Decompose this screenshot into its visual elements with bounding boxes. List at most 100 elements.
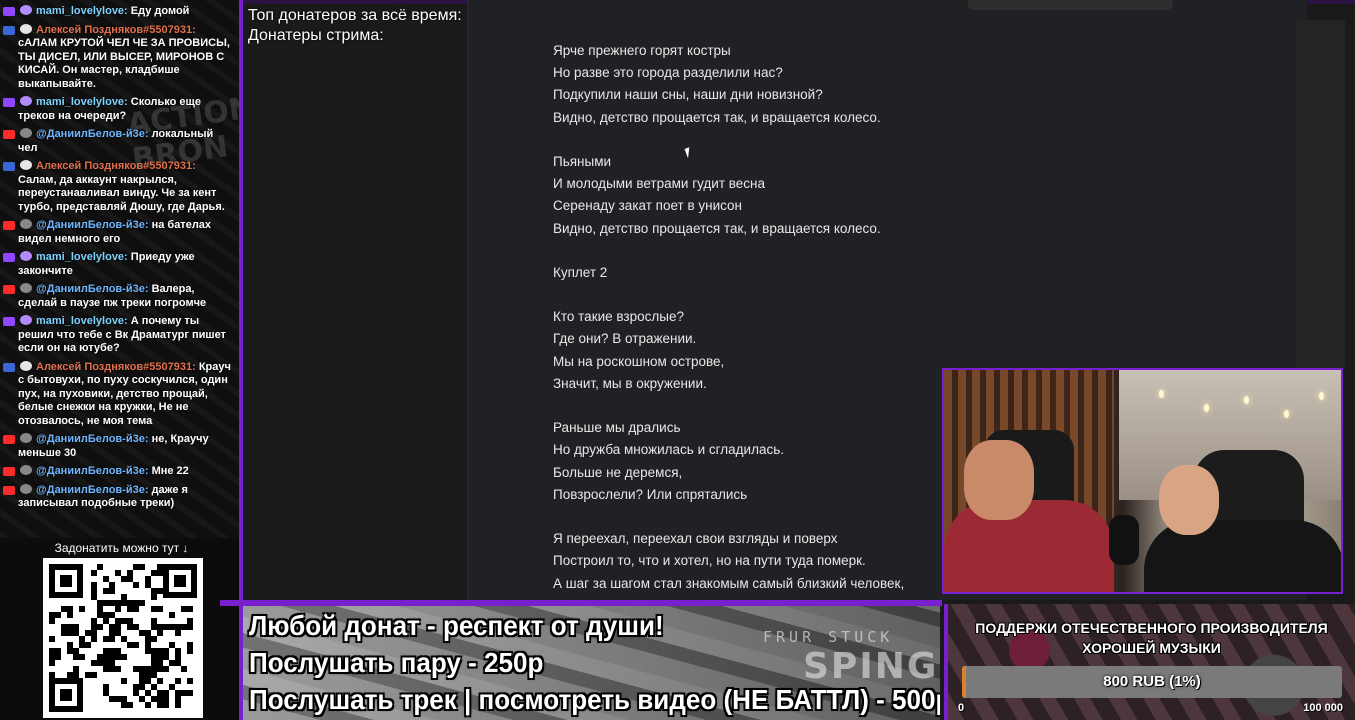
qr-module [157,630,163,636]
avatar [20,23,32,34]
lyrics-line: Построил то, что и хотел, но на пути туд… [553,553,866,569]
qr-module [169,612,175,618]
lyrics-line: Куплет 2 [553,264,608,280]
lyrics-blank-line [553,284,904,306]
streamer-left-body [944,500,1114,592]
browser-topbar [968,0,1173,10]
lyrics-line: Раньше мы дрались [553,420,681,436]
page-scroll-area[interactable] [1295,20,1345,370]
qr-module [121,654,127,660]
lyrics-line: Больше не деремся, [553,464,683,480]
streamer-left-head [964,440,1034,520]
qr-module [79,606,85,612]
chat-username[interactable]: @ДаниилБелов-й3е: [36,465,149,477]
qr-module [121,678,127,684]
chat-username[interactable]: @ДаниилБелов-й3е: [36,433,149,445]
qr-module [91,672,97,678]
qr-module [175,678,181,684]
avatar [20,96,32,106]
chat-username[interactable]: @ДаниилБелов-й3е: [36,283,149,295]
youtube-icon [3,467,15,476]
lyrics-blank-line [553,240,904,262]
chat-text: Мне 22 [151,465,189,477]
banner-line-3: Послушать трек | посмотреть видео (НЕ БА… [249,684,940,715]
banner-bg-subtext: FRUR STUCK [763,628,894,646]
lyrics-blank-line [553,395,904,417]
qr-module [157,606,163,612]
chat-username[interactable]: mami_lovelylove: [36,5,128,17]
chat-message: Алексей Поздняков#5507931: Крауч с бытов… [0,359,239,432]
qr-module [133,582,139,588]
lyrics-text[interactable]: Ярче прежнего горят костры Но разве это г… [553,40,904,595]
chat-username[interactable]: mami_lovelylove: [36,315,128,327]
lyrics-line: Видно, детство прощается так, и вращаетс… [553,220,881,236]
chat-username[interactable]: Алексей Поздняков#5507931: [36,361,196,373]
avatar [20,315,32,325]
chat-text: сАЛАМ КРУТОЙ ЧЕЛ ЧЕ ЗА ПРОВИСЫ, ТЫ ДИСЕЛ… [18,37,230,90]
lyrics-line: Значит, мы в окружении. [553,375,707,391]
avatar [20,465,32,475]
qr-module [181,666,187,672]
donate-caption: Задонатить можно тут ↓ [54,541,189,555]
chat-username[interactable]: @ДаниилБелов-й3е: [36,219,149,231]
qr-module [55,612,61,618]
microphone-icon [1109,515,1139,565]
chat-text: Еду домой [130,5,190,17]
chat-message: mami_lovelylove: Сколько еще треков на о… [0,94,239,126]
qr-module [163,666,169,672]
avatar [20,251,32,261]
qr-module [49,672,55,678]
qr-module [91,570,97,576]
chat-username[interactable]: Алексей Поздняков#5507931: [36,24,196,36]
goal-min-value: 0 [958,702,965,714]
avatar [20,128,32,138]
light-bulb-icon [1284,410,1289,418]
chat-panel: ACTION BRON mami_lovelylove: Еду домой Але… [0,0,243,538]
chat-username[interactable]: @ДаниилБелов-й3е: [36,484,149,496]
chat-message-list: mami_lovelylove: Еду домой Алексей Поздня… [0,3,239,514]
qr-module [49,618,55,624]
qr-module [109,636,115,642]
vk-icon [3,362,15,372]
qr-module [151,594,157,600]
lyrics-line: Но дружба множилась и сгладилась. [553,442,784,458]
price-banner: FRUR STUCK SPINGUN Любой донат - респект… [243,606,940,720]
twitch-icon [3,98,15,107]
chat-username[interactable]: mami_lovelylove: [36,96,128,108]
qr-module [49,660,55,666]
avatar [20,5,32,15]
light-bulb-icon [1319,392,1324,400]
chat-message: @ДаниилБелов-й3е: локальный чел [0,126,239,158]
qr-module [175,630,181,636]
lyrics-line: Где они? В отражении. [553,331,697,347]
lyrics-line: Подкупили наши сны, наши дни новизной? [553,87,823,103]
youtube-icon [3,285,15,294]
goal-progress-label: 800 RUB (1%) [1103,673,1201,690]
chat-text: Салам, да аккаунт накрылся, переустанавл… [18,173,225,213]
lyrics-line: Видно, детство прощается так, и вращаетс… [553,109,881,125]
banner-bg-word: SPINGUN [803,646,940,687]
chat-username[interactable]: Алексей Поздняков#5507931: [36,160,196,172]
qr-module [115,666,121,672]
avatar [20,360,32,371]
qr-module [157,588,163,594]
qr-module [127,702,133,708]
avatar [20,283,32,293]
qr-module [67,612,73,618]
light-bulb-icon [1159,390,1164,398]
qr-module [115,606,121,612]
qr-module [109,588,115,594]
qr-code-icon[interactable] [43,558,203,718]
chat-username[interactable]: mami_lovelylove: [36,251,128,263]
lyrics-line: Ярче прежнего горят костры [553,43,731,58]
avatar [20,483,32,494]
vk-icon [3,162,15,171]
youtube-icon [3,435,15,444]
lyrics-line: А шаг за шагом стал знакомым самый близк… [553,575,905,591]
qr-module [187,690,193,696]
chat-username[interactable]: @ДаниилБелов-й3е: [36,128,149,140]
donors-panel: Топ донатеров за всё время: Донатеры стр… [248,6,462,46]
qr-module [157,678,163,684]
qr-module [133,606,139,612]
qr-module [187,624,193,630]
